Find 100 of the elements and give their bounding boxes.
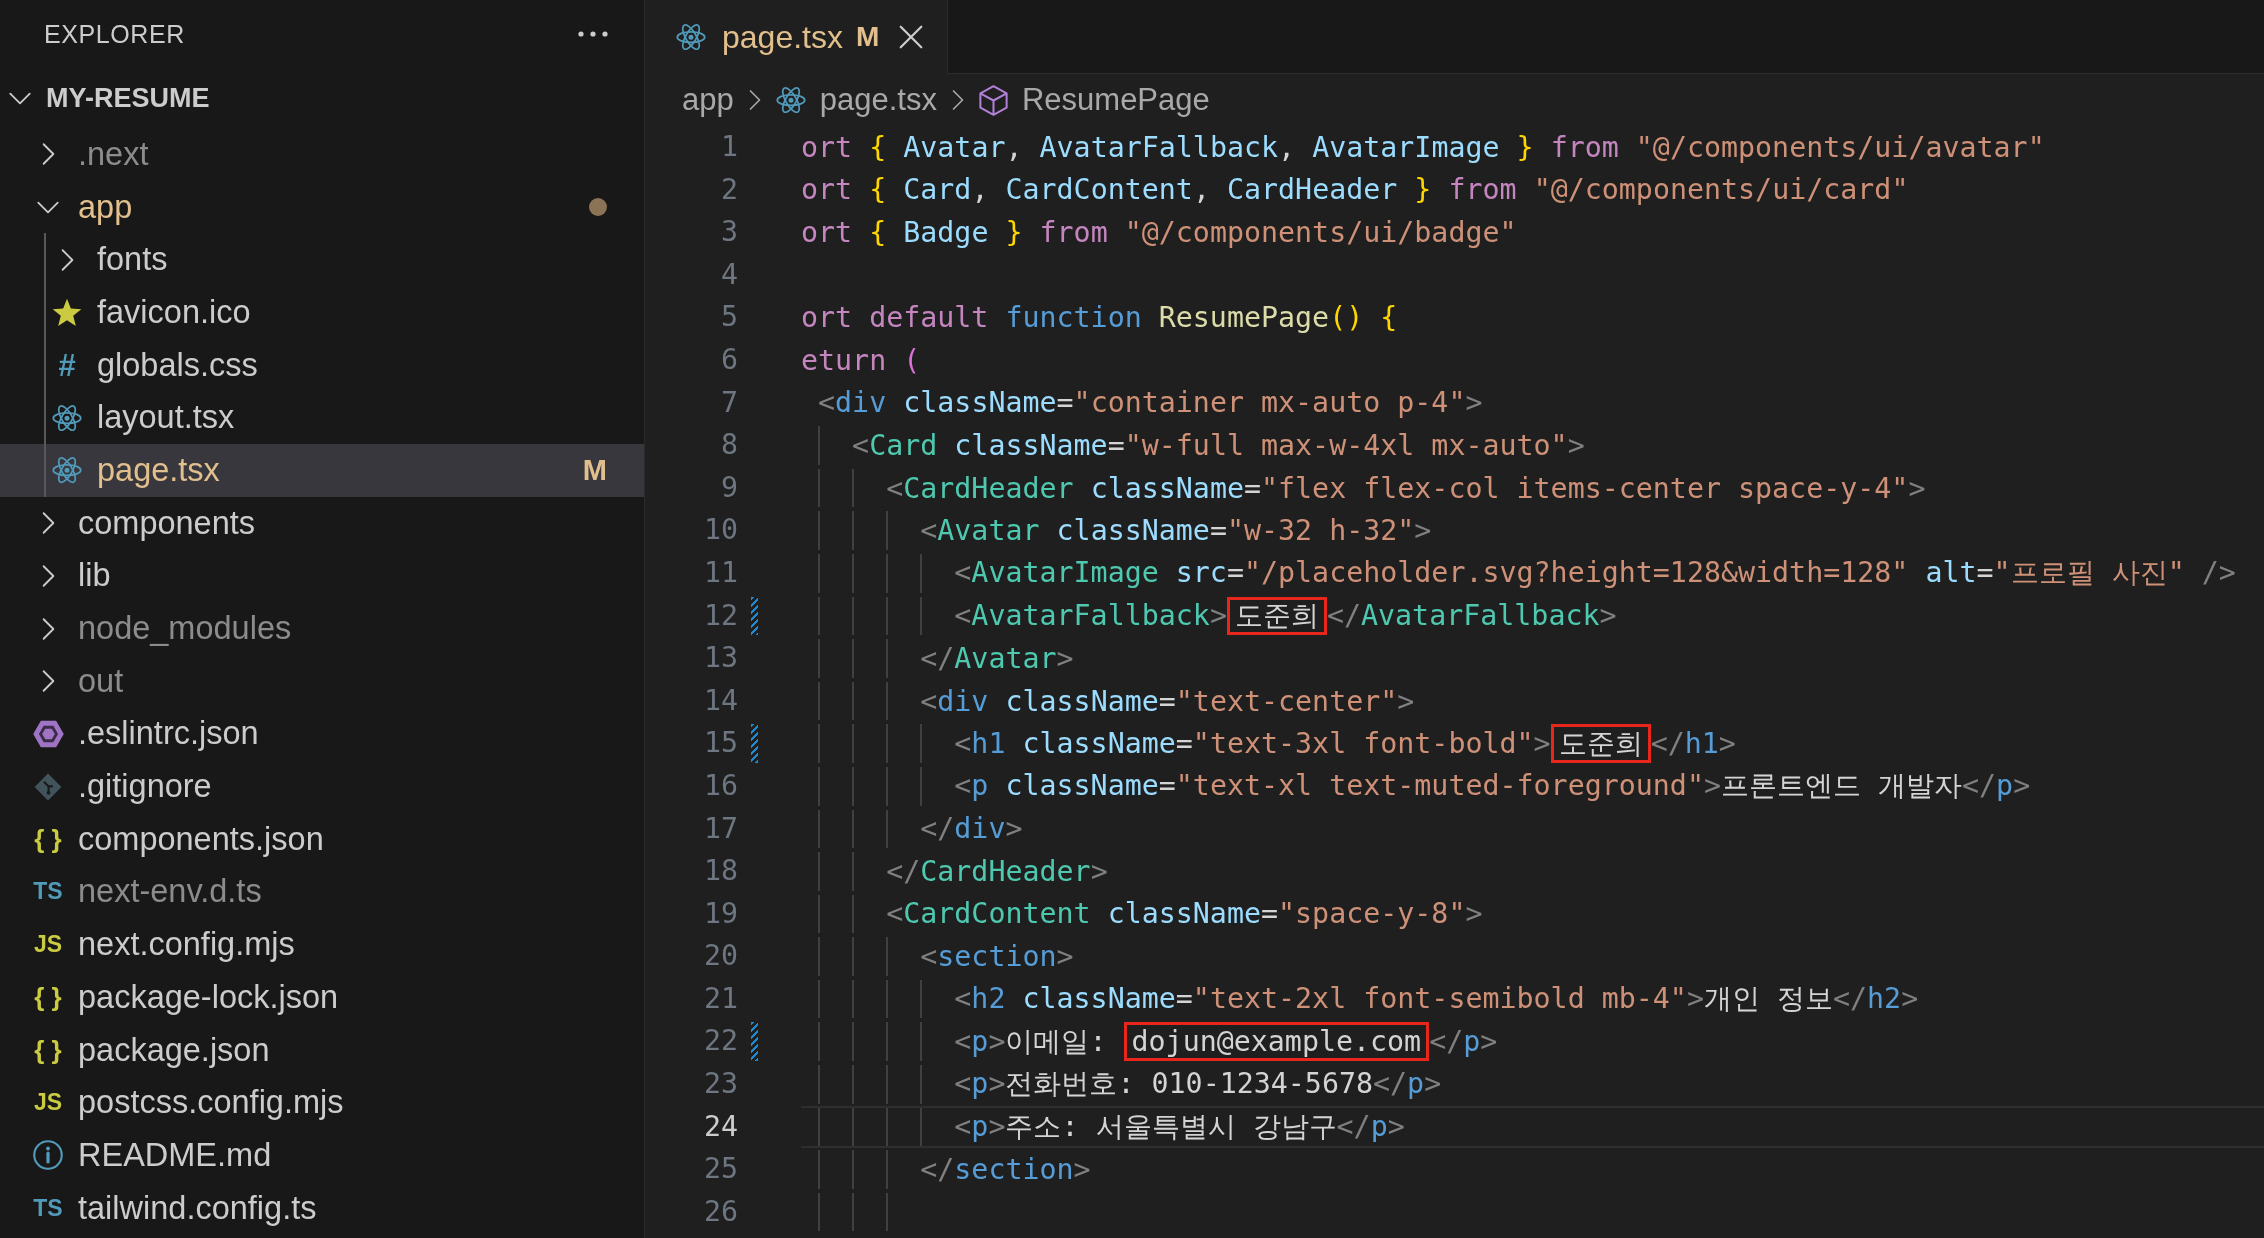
- indent-guide: [818, 1065, 820, 1104]
- indent-guide: [852, 852, 854, 891]
- indent-guide: [818, 468, 820, 508]
- indent-guide: [920, 979, 922, 1019]
- line-number: 8: [719, 427, 738, 464]
- code-line: <Card className="w-full max-w-4xl mx-auto">: [852, 428, 1585, 462]
- indent-guide: [818, 511, 820, 550]
- indent-guide: [818, 639, 820, 678]
- braces-icon: { }: [34, 826, 62, 853]
- code-line: </CardHeader>: [886, 854, 1108, 888]
- file-item[interactable]: layout.tsx: [0, 391, 644, 445]
- file-item[interactable]: # globals.css: [0, 338, 644, 392]
- chevron-right-icon[interactable]: [41, 563, 55, 588]
- indent-guide: [886, 766, 888, 806]
- line-number: 24: [702, 1108, 738, 1145]
- breadcrumb-item[interactable]: ResumePage: [978, 82, 1210, 118]
- code-line: </Avatar>: [920, 641, 1074, 675]
- indent-guide: [886, 937, 888, 976]
- code-text: </AvatarFallback>: [1326, 599, 1617, 633]
- diamond-icon: [34, 772, 62, 801]
- line-number: 26: [702, 1193, 738, 1230]
- indent-guide: [886, 1065, 888, 1104]
- code-line: <p className="text-xl text-muted-foreground">프론트엔드 개발자</p>: [954, 768, 2031, 805]
- folder-item[interactable]: fonts: [0, 233, 644, 287]
- code-text: <h1 className="text-3xl font-bold">: [954, 727, 1551, 761]
- indent-guide: [886, 979, 888, 1019]
- code-text: </p>: [1429, 1025, 1498, 1059]
- more-icon[interactable]: [578, 31, 608, 37]
- file-item[interactable]: TS tailwind.config.ts: [0, 1181, 644, 1235]
- indent-guide: [852, 937, 854, 976]
- ts-icon: TS: [33, 1196, 63, 1220]
- highlight-box: 도준희: [1550, 724, 1651, 763]
- git-status-letter: M: [582, 453, 607, 487]
- indent-guide: [852, 639, 854, 678]
- code-line: <CardContent className="space-y-8">: [886, 897, 1483, 931]
- indent-guide: [818, 979, 820, 1019]
- chevron-right-icon[interactable]: [41, 616, 55, 641]
- cube-icon: [978, 84, 1008, 116]
- line-number: 13: [702, 640, 738, 677]
- code-line: </div>: [920, 812, 1023, 846]
- star-icon: [52, 297, 82, 327]
- code-text: <AvatarFallback>: [954, 599, 1227, 633]
- chevron-right-icon[interactable]: [41, 511, 55, 536]
- indent-guide: [852, 1192, 854, 1232]
- folder-item[interactable]: lib: [0, 549, 644, 603]
- chevron-right-icon[interactable]: [60, 247, 74, 272]
- indent-guide: [920, 596, 922, 636]
- code-line: <AvatarImage src="/placeholder.svg?height=128&width=128" alt="프로필 사진" />: [954, 555, 2236, 592]
- file-item[interactable]: .gitignore: [0, 760, 644, 813]
- chevron-right-icon: [951, 89, 964, 111]
- chevron-right-icon[interactable]: [41, 142, 55, 167]
- line-number: 3: [719, 214, 738, 251]
- file-item[interactable]: .eslintrc.json: [0, 707, 644, 761]
- indent-guide: [852, 979, 854, 1019]
- braces-icon: { }: [34, 1037, 62, 1064]
- indent-guide: [818, 1150, 820, 1189]
- folder-item[interactable]: components: [0, 496, 644, 550]
- ts-icon: TS: [33, 880, 63, 904]
- indent-guide: [886, 511, 888, 550]
- folder-item[interactable]: .next: [0, 128, 644, 181]
- indent-guide: [818, 894, 820, 934]
- code-text: <p>이메일:: [954, 1023, 1108, 1060]
- indent-guide: [852, 681, 854, 721]
- atom-icon: [52, 457, 82, 484]
- indent-guide: [818, 1022, 820, 1062]
- file-item[interactable]: TS next-env.d.ts: [0, 865, 644, 919]
- line-number: 9: [719, 469, 738, 506]
- editor-tab[interactable]: page.tsx M: [645, 0, 949, 74]
- file-item[interactable]: JS postcss.config.mjs: [0, 1076, 644, 1130]
- file-item[interactable]: favicon.ico: [0, 286, 644, 339]
- chevron-down-icon[interactable]: [8, 91, 32, 105]
- file-item[interactable]: { } package.json: [0, 1023, 644, 1077]
- indent-guide: [818, 766, 820, 806]
- close-icon[interactable]: [899, 25, 924, 49]
- line-number: 21: [702, 980, 738, 1017]
- chevron-right-icon[interactable]: [41, 669, 55, 694]
- line-number: 19: [702, 895, 738, 932]
- indent-guide: [920, 1107, 922, 1147]
- atom-icon: [775, 86, 806, 114]
- js-icon: JS: [33, 1091, 63, 1115]
- code-line: <p>전화번호: 010-1234-5678</p>: [954, 1066, 1442, 1103]
- folder-item[interactable]: app: [0, 180, 644, 234]
- folder-item[interactable]: node_modules: [0, 602, 644, 655]
- indent-guide: [886, 639, 888, 678]
- breadcrumb-item[interactable]: app: [682, 82, 734, 118]
- file-item[interactable]: JS next.config.mjs: [0, 918, 644, 971]
- file-item[interactable]: { } components.json: [0, 812, 644, 866]
- code-line: <CardHeader className="flex flex-col items-center space-y-4">: [886, 471, 1926, 505]
- workspace-header[interactable]: MY-RESUME: [0, 68, 644, 128]
- code-line: ort { Avatar, AvatarFallback, AvatarImage } from "@/components/ui/avatar": [801, 130, 2045, 164]
- indent-guide: [818, 1107, 820, 1147]
- file-item[interactable]: page.tsx M: [0, 444, 644, 497]
- line-number: 20: [702, 938, 738, 975]
- hexagon-icon: [32, 719, 64, 748]
- chevron-down-icon[interactable]: [36, 200, 60, 214]
- folder-item[interactable]: out: [0, 654, 644, 708]
- line-number: 7: [719, 384, 738, 421]
- file-item[interactable]: { } package-lock.json: [0, 971, 644, 1024]
- breadcrumb-item[interactable]: page.tsx: [775, 82, 937, 118]
- file-item[interactable]: README.md: [0, 1129, 644, 1182]
